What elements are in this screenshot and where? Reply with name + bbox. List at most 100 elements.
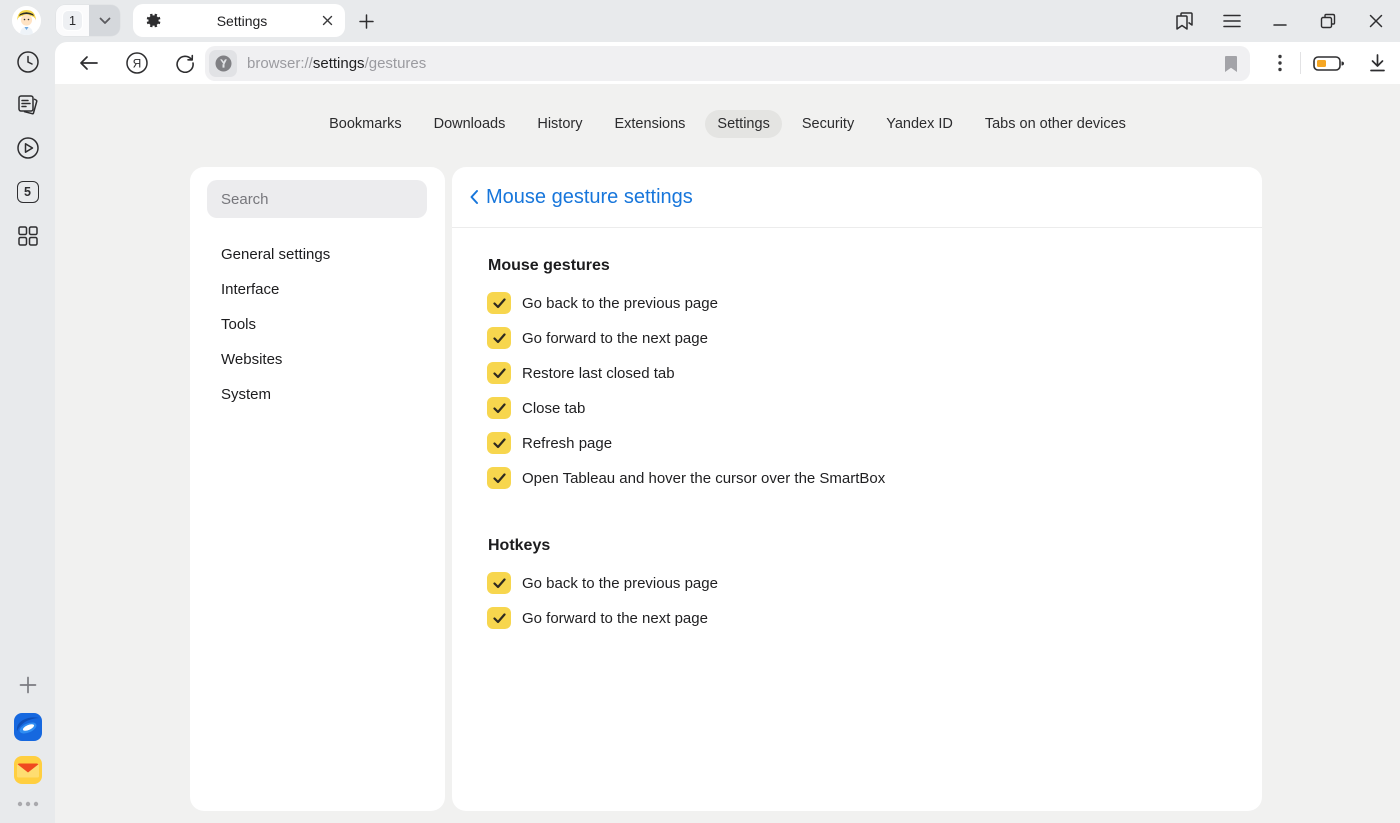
tab-close-button[interactable] bbox=[322, 15, 333, 26]
address-bar[interactable]: browser://settings/gestures bbox=[205, 46, 1250, 81]
yandex-home-button[interactable]: Я bbox=[117, 45, 157, 81]
url-path: /gestures bbox=[365, 55, 427, 72]
checkbox-checked[interactable] bbox=[487, 572, 511, 594]
gesture-settings-card: Mouse gesture settings Mouse gestures Go… bbox=[452, 167, 1262, 811]
nav-tab-yandex-id[interactable]: Yandex ID bbox=[874, 110, 965, 138]
bookmarks-panel-icon bbox=[1174, 12, 1194, 30]
restore-button[interactable] bbox=[1304, 0, 1352, 42]
chevron-left-icon bbox=[469, 189, 479, 205]
gear-icon bbox=[145, 12, 162, 29]
add-panel-item-button[interactable] bbox=[0, 669, 55, 701]
apps-grid-button[interactable] bbox=[0, 220, 55, 252]
settings-search-input[interactable] bbox=[207, 180, 427, 218]
nav-tab-security[interactable]: Security bbox=[790, 110, 866, 138]
yandex-browser-app-icon bbox=[13, 712, 43, 742]
sidebar-item-interface[interactable]: Interface bbox=[221, 272, 435, 307]
downloads-button[interactable] bbox=[1357, 45, 1397, 81]
mail-app-shortcut[interactable] bbox=[0, 754, 55, 786]
url-text[interactable]: browser://settings/gestures bbox=[247, 55, 1224, 72]
feed-button[interactable] bbox=[0, 89, 55, 121]
sidebar-item-websites[interactable]: Websites bbox=[221, 342, 435, 377]
tab-list-chevron-button[interactable] bbox=[89, 5, 120, 36]
ellipsis-icon bbox=[17, 801, 39, 807]
tab-counter[interactable]: 1 bbox=[56, 5, 89, 36]
tab-group-control[interactable]: 1 bbox=[56, 5, 120, 36]
checkbox-checked[interactable] bbox=[487, 432, 511, 454]
hotkey-row-go-back[interactable]: Go back to the previous page bbox=[487, 571, 718, 595]
tab-counter-value: 1 bbox=[62, 10, 83, 31]
refresh-button[interactable] bbox=[165, 45, 205, 81]
restore-window-icon bbox=[1320, 13, 1336, 29]
browser-tab-settings[interactable]: Settings bbox=[133, 4, 345, 37]
yandex-mail-app-icon bbox=[13, 755, 43, 785]
refresh-icon bbox=[175, 53, 195, 73]
browser-app-shortcut[interactable] bbox=[0, 711, 55, 743]
settings-nav-tabs: Bookmarks Downloads History Extensions S… bbox=[55, 110, 1400, 138]
download-icon bbox=[1369, 54, 1386, 72]
nav-tab-settings[interactable]: Settings bbox=[705, 110, 781, 138]
video-button[interactable] bbox=[0, 132, 55, 164]
plus-icon bbox=[359, 14, 374, 29]
battery-saver-button[interactable] bbox=[1301, 45, 1357, 81]
back-arrow-icon bbox=[79, 55, 99, 71]
hamburger-menu-icon bbox=[1223, 14, 1241, 28]
plus-icon bbox=[19, 676, 37, 694]
browser-side-rail: 5 bbox=[0, 42, 55, 823]
apps-grid-icon bbox=[17, 225, 39, 247]
close-window-button[interactable] bbox=[1352, 0, 1400, 42]
nav-tab-other-devices[interactable]: Tabs on other devices bbox=[973, 110, 1138, 138]
url-scheme: browser:// bbox=[247, 55, 313, 72]
yandex-logo-icon: Я bbox=[125, 51, 149, 75]
sidebar-item-general-settings[interactable]: General settings bbox=[221, 237, 435, 272]
minimize-button[interactable] bbox=[1256, 0, 1304, 42]
back-to-settings-button[interactable] bbox=[469, 189, 479, 205]
gesture-row-open-tableau[interactable]: Open Tableau and hover the cursor over t… bbox=[487, 466, 885, 490]
gesture-row-restore-tab[interactable]: Restore last closed tab bbox=[487, 361, 675, 385]
play-circle-icon bbox=[16, 136, 40, 160]
nav-tab-downloads[interactable]: Downloads bbox=[422, 110, 518, 138]
toolbar-right-controls bbox=[1260, 42, 1397, 84]
gesture-label: Go back to the previous page bbox=[522, 295, 718, 312]
window-controls bbox=[1160, 0, 1400, 42]
new-tab-button[interactable] bbox=[353, 8, 379, 34]
browser-menu-button[interactable] bbox=[1208, 0, 1256, 42]
svg-text:Я: Я bbox=[133, 57, 142, 71]
section-heading-hotkeys: Hotkeys bbox=[488, 537, 550, 555]
back-button[interactable] bbox=[69, 45, 109, 81]
nav-tab-extensions[interactable]: Extensions bbox=[602, 110, 697, 138]
settings-section-list: General settings Interface Tools Website… bbox=[221, 237, 435, 412]
checkbox-checked[interactable] bbox=[487, 292, 511, 314]
extensions-menu-button[interactable] bbox=[1260, 45, 1300, 81]
bookmark-flag-icon bbox=[1224, 55, 1238, 73]
sidebar-item-tools[interactable]: Tools bbox=[221, 307, 435, 342]
bookmark-page-button[interactable] bbox=[1224, 55, 1238, 73]
checkbox-checked[interactable] bbox=[487, 607, 511, 629]
tab-count-square-icon: 5 bbox=[17, 181, 39, 203]
gesture-row-refresh-page[interactable]: Refresh page bbox=[487, 431, 612, 455]
protect-badge[interactable] bbox=[209, 50, 237, 77]
checkbox-checked[interactable] bbox=[487, 397, 511, 419]
kebab-menu-icon bbox=[1278, 54, 1282, 72]
gesture-row-go-forward[interactable]: Go forward to the next page bbox=[487, 326, 708, 350]
rail-more-button[interactable] bbox=[0, 788, 55, 820]
gesture-row-close-tab[interactable]: Close tab bbox=[487, 396, 585, 420]
tab-title: Settings bbox=[162, 13, 322, 29]
tabs-panel-button[interactable]: 5 bbox=[0, 176, 55, 208]
nav-tab-history[interactable]: History bbox=[525, 110, 594, 138]
settings-sidebar-card: General settings Interface Tools Website… bbox=[190, 167, 445, 811]
nav-tab-bookmarks[interactable]: Bookmarks bbox=[317, 110, 414, 138]
protect-shield-icon bbox=[215, 55, 232, 72]
checkbox-checked[interactable] bbox=[487, 327, 511, 349]
user-avatar[interactable] bbox=[12, 6, 41, 35]
minimize-icon bbox=[1273, 14, 1287, 28]
history-button[interactable] bbox=[0, 46, 55, 78]
side-panel-button[interactable] bbox=[1160, 0, 1208, 42]
pages-feed-icon bbox=[16, 94, 40, 116]
checkbox-checked[interactable] bbox=[487, 362, 511, 384]
checkbox-checked[interactable] bbox=[487, 467, 511, 489]
settings-page: Bookmarks Downloads History Extensions S… bbox=[55, 84, 1400, 823]
gesture-row-go-back[interactable]: Go back to the previous page bbox=[487, 291, 718, 315]
sidebar-item-system[interactable]: System bbox=[221, 377, 435, 412]
window-titlebar: 1 Settings bbox=[0, 0, 1400, 42]
hotkey-row-go-forward[interactable]: Go forward to the next page bbox=[487, 606, 708, 630]
